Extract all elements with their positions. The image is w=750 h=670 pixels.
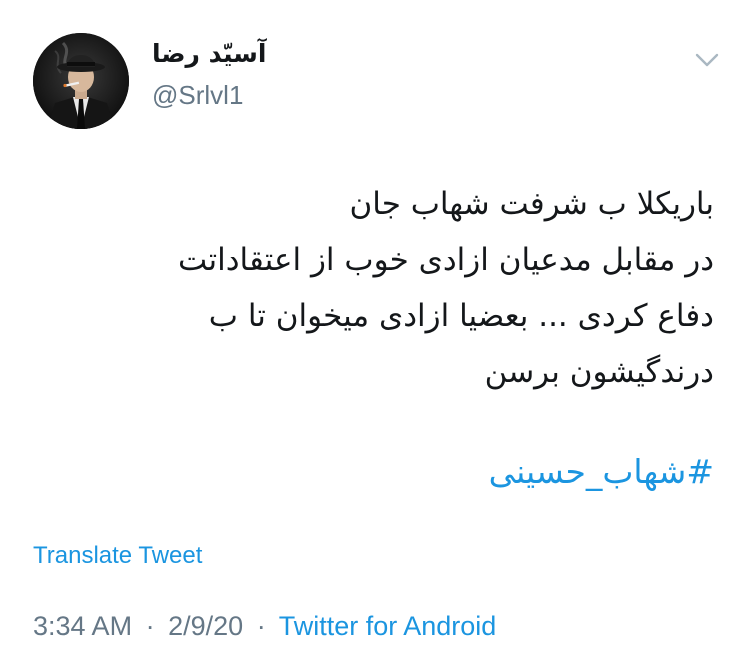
- separator: ·: [256, 611, 266, 641]
- tweet-date[interactable]: 2/9/20: [168, 611, 243, 641]
- tweet-card: آسیّد رضا @Srlvl1 باریکلا ب شرفت شهاب جا…: [0, 0, 750, 670]
- avatar[interactable]: [33, 33, 129, 129]
- tweet-metadata: 3:34 AM · 2/9/20 · Twitter for Android: [33, 608, 496, 644]
- tweet-source-link[interactable]: Twitter for Android: [279, 611, 497, 641]
- chevron-down-icon[interactable]: [692, 48, 722, 72]
- tweet-text: باریکلا ب شرفت شهاب جان در مقابل مدعیان …: [24, 176, 714, 400]
- tweet-text-line: در مقابل مدعیان ازادی خوب از اعتقاداتت: [178, 242, 714, 278]
- translate-tweet-link[interactable]: Translate Tweet: [33, 540, 202, 572]
- tweet-text-line: درندگیشون برسن: [484, 354, 714, 390]
- display-name[interactable]: آسیّد رضا: [152, 36, 266, 72]
- separator: ·: [145, 611, 155, 641]
- hashtag-link[interactable]: #شهاب_حسینی: [489, 444, 714, 500]
- tweet-text-line: باریکلا ب شرفت شهاب جان: [349, 186, 715, 222]
- avatar-image: [33, 33, 129, 129]
- tweet-text-line: دفاع کردی ... بعضیا ازادی میخوان تا ب: [208, 298, 714, 334]
- user-handle[interactable]: @Srlvl1: [152, 80, 243, 110]
- tweet-time[interactable]: 3:34 AM: [33, 611, 132, 641]
